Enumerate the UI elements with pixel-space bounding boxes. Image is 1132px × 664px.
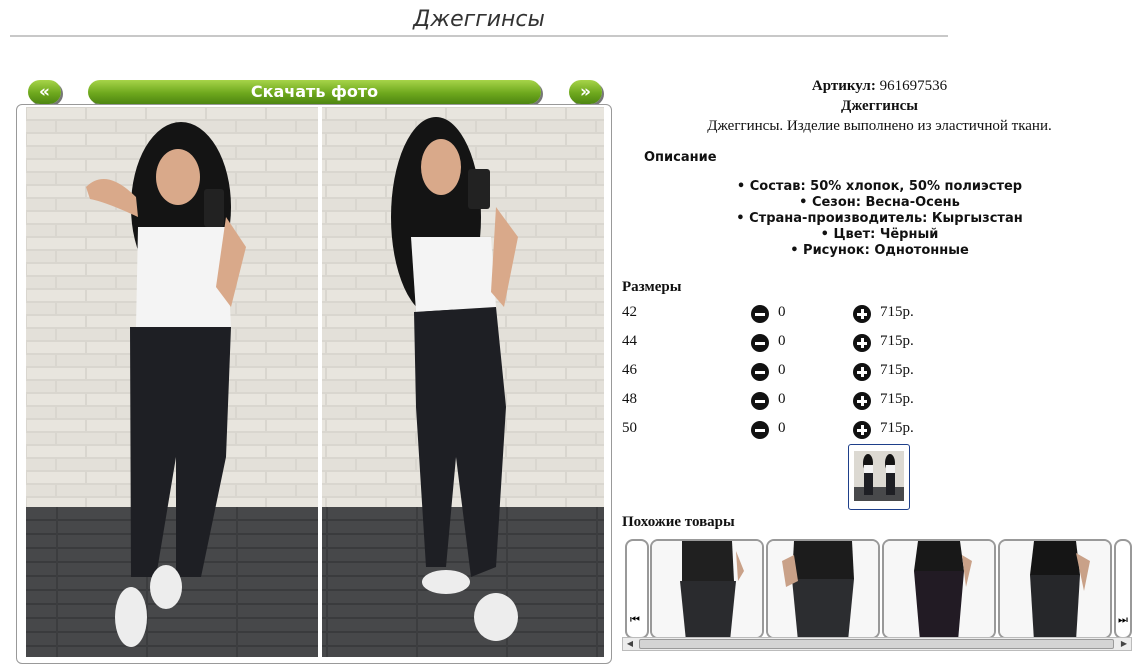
price-value: 715р. xyxy=(880,420,914,436)
increase-quantity-icon[interactable] xyxy=(853,392,871,410)
similar-products-carousel: ⏮ ⏭ ◀ ▶ xyxy=(622,539,1132,657)
similar-product-card[interactable] xyxy=(766,539,880,639)
similar-product-card[interactable] xyxy=(882,539,996,639)
product-short-description: Джеггинсы. Изделие выполнено из эластичн… xyxy=(707,118,1052,134)
quantity-value: 0 xyxy=(778,391,786,407)
property-item: • Цвет: Чёрный xyxy=(820,227,939,242)
article-label: Артикул: xyxy=(811,78,876,94)
quantity-value: 0 xyxy=(778,333,786,349)
decrease-quantity-icon[interactable] xyxy=(751,363,769,381)
next-photo-button[interactable]: » xyxy=(569,80,602,104)
size-row: 48 0 715р. xyxy=(622,389,1132,413)
scrollbar-thumb[interactable] xyxy=(639,639,1114,649)
skip-back-icon[interactable]: ⏮ xyxy=(630,613,642,627)
size-label: 48 xyxy=(622,391,637,407)
increase-quantity-icon[interactable] xyxy=(853,305,871,323)
sizes-heading: Размеры xyxy=(622,279,682,295)
similar-product-card[interactable] xyxy=(998,539,1112,639)
page-title: Джеггинсы xyxy=(413,7,545,32)
price-value: 715р. xyxy=(880,362,914,378)
quantity-value: 0 xyxy=(778,420,786,436)
size-label: 46 xyxy=(622,362,637,378)
size-row: 42 0 715р. xyxy=(622,302,1132,326)
property-item: • Страна-производитель: Кыргызстан xyxy=(736,211,1023,226)
property-item: • Сезон: Весна-Осень xyxy=(799,195,960,210)
size-row: 44 0 715р. xyxy=(622,331,1132,355)
property-item: • Состав: 50% хлопок, 50% полиэстер xyxy=(736,179,1023,194)
title-divider xyxy=(10,35,948,37)
size-row: 46 0 715р. xyxy=(622,360,1132,384)
prev-photo-button[interactable]: « xyxy=(28,80,61,104)
horizontal-scrollbar[interactable]: ◀ ▶ xyxy=(622,637,1132,651)
product-name: Джеггинсы xyxy=(841,98,918,114)
similar-product-card[interactable] xyxy=(650,539,764,639)
quantity-value: 0 xyxy=(778,304,786,320)
size-label: 42 xyxy=(622,304,637,320)
photo-thumbnail-image xyxy=(854,451,904,501)
price-value: 715р. xyxy=(880,304,914,320)
property-list: • Состав: 50% хлопок, 50% полиэстер • Се… xyxy=(622,179,1132,259)
article-line: Артикул: 961697536 xyxy=(622,76,1132,96)
size-label: 44 xyxy=(622,333,637,349)
decrease-quantity-icon[interactable] xyxy=(751,334,769,352)
photo-thumbnail[interactable] xyxy=(848,444,910,510)
decrease-quantity-icon[interactable] xyxy=(751,305,769,323)
increase-quantity-icon[interactable] xyxy=(853,363,871,381)
price-value: 715р. xyxy=(880,333,914,349)
increase-quantity-icon[interactable] xyxy=(853,334,871,352)
increase-quantity-icon[interactable] xyxy=(853,421,871,439)
property-item: • Рисунок: Однотонные xyxy=(790,243,969,258)
skip-forward-icon[interactable]: ⏭ xyxy=(1118,613,1130,627)
scroll-left-icon[interactable]: ◀ xyxy=(624,638,636,650)
article-value: 961697536 xyxy=(879,78,948,94)
decrease-quantity-icon[interactable] xyxy=(751,421,769,439)
decrease-quantity-icon[interactable] xyxy=(751,392,769,410)
description-heading: Описание xyxy=(644,150,717,165)
price-value: 715р. xyxy=(880,391,914,407)
scroll-right-icon[interactable]: ▶ xyxy=(1118,638,1130,650)
product-photo-image xyxy=(26,107,604,657)
size-row: 50 0 715р. xyxy=(622,418,1132,442)
size-label: 50 xyxy=(622,420,637,436)
product-photo xyxy=(26,107,604,657)
similar-products-heading: Похожие товары xyxy=(622,514,735,530)
quantity-value: 0 xyxy=(778,362,786,378)
download-photo-button[interactable]: Скачать фото xyxy=(88,80,541,104)
